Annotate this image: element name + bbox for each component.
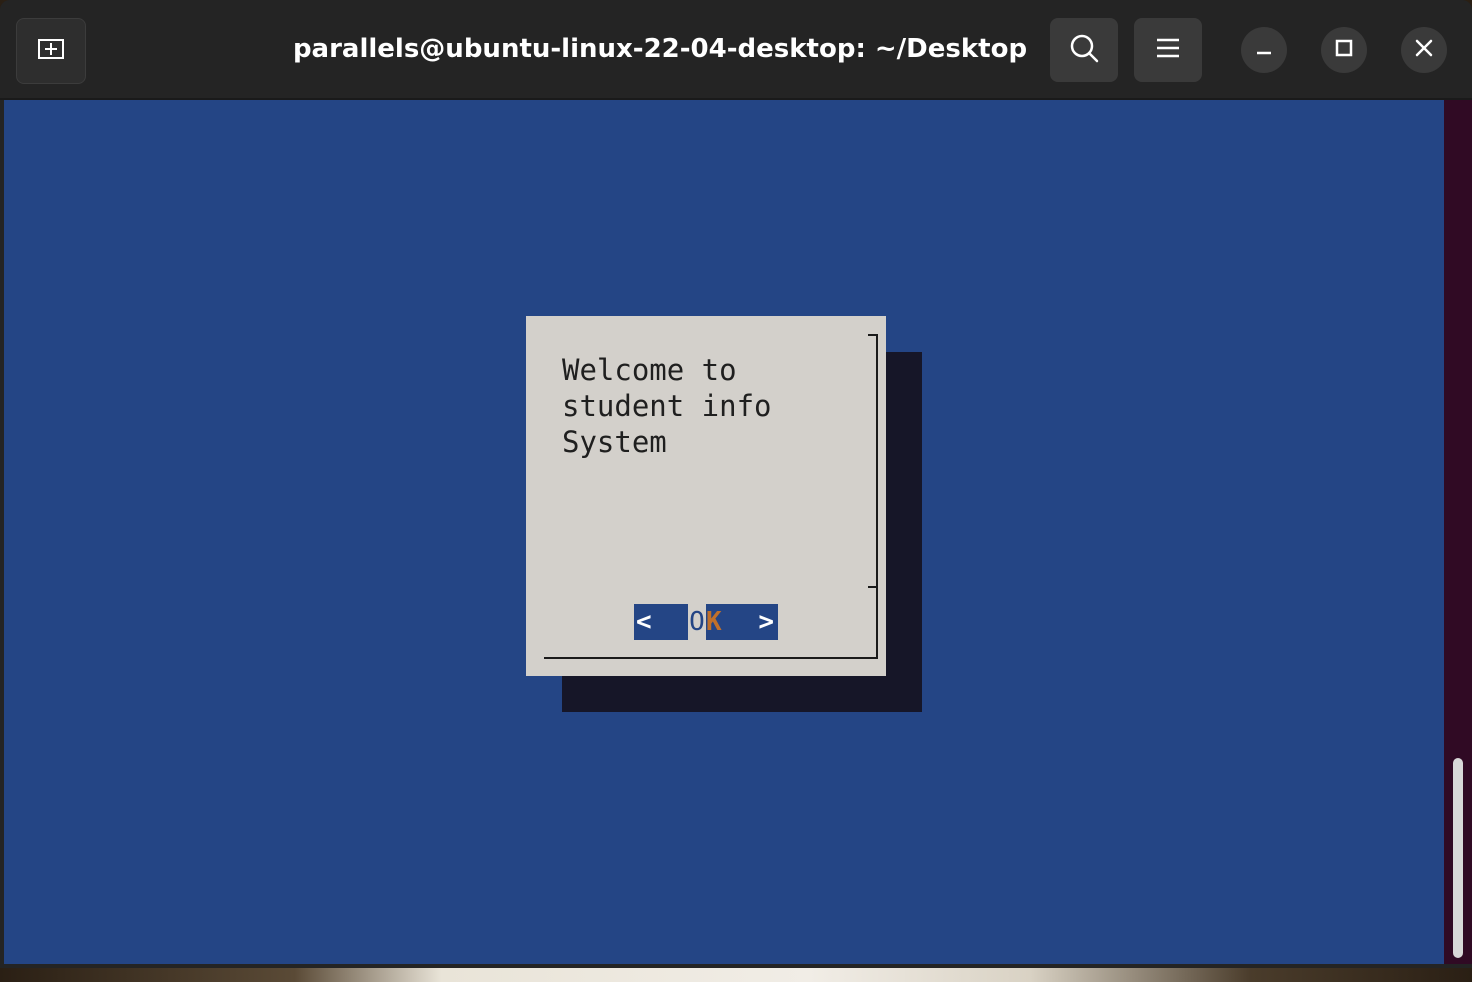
terminal-window: parallels@ubuntu-linux-22-04-desktop: ~/… [0, 0, 1472, 968]
window-title-text: parallels@ubuntu-linux-22-04-desktop: ~/… [292, 34, 1028, 64]
terminal-area[interactable]: Welcome to student info System < O K > [4, 100, 1444, 964]
ok-button-hotkey-k: K [706, 607, 722, 637]
dialog-frame [868, 586, 876, 588]
maximize-button[interactable] [1321, 27, 1367, 73]
close-button[interactable] [1401, 27, 1447, 73]
window-title: parallels@ubuntu-linux-22-04-desktop: ~/… [0, 0, 1320, 98]
menu-button[interactable] [1134, 18, 1202, 82]
close-icon [1414, 38, 1434, 62]
dialog-frame [544, 657, 878, 659]
title-bar: parallels@ubuntu-linux-22-04-desktop: ~/… [0, 0, 1472, 100]
maximize-icon [1334, 38, 1354, 62]
ok-button-left-bracket: < [634, 604, 688, 640]
dialog-message: Welcome to student info System [562, 353, 772, 459]
message-dialog: Welcome to student info System < O K > [526, 316, 886, 676]
ok-button-label-o: O [688, 604, 706, 640]
dialog-frame [876, 334, 878, 658]
ok-button[interactable]: < O K > [634, 604, 778, 640]
search-icon [1068, 32, 1100, 68]
hamburger-menu-icon [1155, 37, 1181, 63]
minimize-icon [1254, 38, 1274, 62]
ok-button-right-part: K > [706, 604, 778, 640]
ok-button-right-bracket: > [758, 607, 774, 637]
minimize-button[interactable] [1241, 27, 1287, 73]
search-button[interactable] [1050, 18, 1118, 82]
scrollbar-thumb[interactable] [1453, 758, 1463, 958]
